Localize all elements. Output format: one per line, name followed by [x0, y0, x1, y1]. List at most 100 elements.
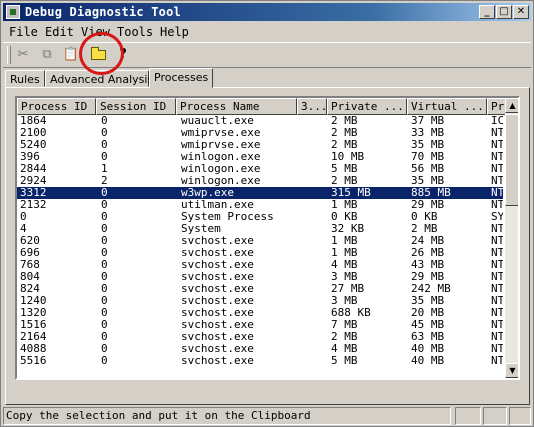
- table-row[interactable]: 2844 1 winlogon.exe 5 MB 56 MB NT: [17, 163, 503, 175]
- column-3[interactable]: 3...: [297, 98, 327, 115]
- table-cell: 0 KB: [331, 211, 358, 223]
- table-cell: NT: [491, 331, 503, 343]
- scroll-up-button[interactable]: ▲: [505, 98, 518, 113]
- table-cell: 56 MB: [411, 163, 445, 175]
- table-row[interactable]: 620 0 svchost.exe 1 MB 24 MB NT: [17, 235, 503, 247]
- table-cell: 0: [101, 355, 108, 367]
- table-cell: NT: [491, 235, 503, 247]
- column-process-id[interactable]: Process ID: [17, 98, 96, 115]
- column-session-id[interactable]: Session ID: [96, 98, 176, 115]
- table-cell: 2: [101, 175, 108, 187]
- column-private[interactable]: Private ...: [327, 98, 407, 115]
- table-cell: NT: [491, 187, 503, 199]
- table-cell: 20 MB: [411, 307, 445, 319]
- tab-processes[interactable]: Processes: [149, 68, 213, 88]
- table-row[interactable]: 1864 0 wuauclt.exe 2 MB 37 MB IC: [17, 115, 503, 127]
- table-cell: NT: [491, 259, 503, 271]
- table-cell: 7 MB: [331, 319, 358, 331]
- table-cell: 5 MB: [331, 163, 358, 175]
- minimize-button[interactable]: _: [479, 5, 495, 19]
- table-cell: 2844: [20, 163, 47, 175]
- table-row[interactable]: 804 0 svchost.exe 3 MB 29 MB NT: [17, 271, 503, 283]
- table-cell: 0: [101, 187, 108, 199]
- table-cell: 4 MB: [331, 259, 358, 271]
- table-row[interactable]: 696 0 svchost.exe 1 MB 26 MB NT: [17, 247, 503, 259]
- table-row[interactable]: 824 0 svchost.exe 27 MB 242 MB NT: [17, 283, 503, 295]
- table-row[interactable]: 2100 0 wmiprvse.exe 2 MB 33 MB NT: [17, 127, 503, 139]
- table-cell: NT: [491, 139, 503, 151]
- table-cell: 35 MB: [411, 175, 445, 187]
- table-cell: 2 MB: [331, 331, 358, 343]
- process-list[interactable]: Process ID Session ID Process Name 3... …: [15, 96, 520, 380]
- title-bar[interactable]: Debug Diagnostic Tool _ □ ✕: [3, 3, 531, 21]
- table-cell: 3 MB: [331, 295, 358, 307]
- table-cell: 1 MB: [331, 199, 358, 211]
- table-cell: svchost.exe: [181, 259, 254, 271]
- table-row[interactable]: 768 0 svchost.exe 4 MB 43 MB NT: [17, 259, 503, 271]
- menu-bar: File Edit View Tools Help: [3, 23, 531, 41]
- table-row[interactable]: 1240 0 svchost.exe 3 MB 35 MB NT: [17, 295, 503, 307]
- close-button[interactable]: ✕: [513, 5, 529, 19]
- table-row[interactable]: 2924 2 winlogon.exe 2 MB 35 MB NT: [17, 175, 503, 187]
- scroll-thumb[interactable]: [505, 114, 518, 206]
- table-cell: 0: [101, 211, 108, 223]
- table-cell: 0 KB: [411, 211, 438, 223]
- table-row[interactable]: 0 0 System Process 0 KB 0 KB SY: [17, 211, 503, 223]
- table-cell: 35 MB: [411, 139, 445, 151]
- column-pr[interactable]: Pr: [487, 98, 507, 115]
- table-cell: 0: [101, 199, 108, 211]
- copy-icon[interactable]: ⧉: [37, 46, 57, 64]
- table-row[interactable]: 1516 0 svchost.exe 7 MB 45 MB NT: [17, 319, 503, 331]
- table-cell: NT: [491, 271, 503, 283]
- table-cell: svchost.exe: [181, 235, 254, 247]
- table-row[interactable]: 4 0 System 32 KB 2 MB NT: [17, 223, 503, 235]
- table-cell: svchost.exe: [181, 343, 254, 355]
- menu-file[interactable]: File: [9, 25, 38, 39]
- table-row-selected[interactable]: 3312 0 w3wp.exe 315 MB 885 MB NT: [17, 187, 503, 199]
- table-cell: NT: [491, 247, 503, 259]
- cut-icon[interactable]: ✂: [13, 46, 33, 64]
- menu-tools[interactable]: Tools: [117, 25, 153, 39]
- table-cell: NT: [491, 163, 503, 175]
- table-cell: 0: [101, 283, 108, 295]
- table-row[interactable]: 1320 0 svchost.exe 688 KB 20 MB NT: [17, 307, 503, 319]
- menu-edit[interactable]: Edit: [45, 25, 74, 39]
- table-cell: 0: [101, 151, 108, 163]
- table-cell: NT: [491, 199, 503, 211]
- table-row[interactable]: 2164 0 svchost.exe 2 MB 63 MB NT: [17, 331, 503, 343]
- table-cell: wuauclt.exe: [181, 115, 254, 127]
- table-cell: 3312: [20, 187, 47, 199]
- vertical-scrollbar[interactable]: ▲ ▼: [505, 98, 518, 378]
- table-cell: 4088: [20, 343, 47, 355]
- table-cell: 0: [101, 235, 108, 247]
- table-cell: svchost.exe: [181, 283, 254, 295]
- table-cell: 0: [20, 211, 27, 223]
- table-cell: 1516: [20, 319, 47, 331]
- maximize-button[interactable]: □: [496, 5, 512, 19]
- table-row[interactable]: 5240 0 wmiprvse.exe 2 MB 35 MB NT: [17, 139, 503, 151]
- table-cell: winlogon.exe: [181, 151, 261, 163]
- table-row[interactable]: 396 0 winlogon.exe 10 MB 70 MB NT: [17, 151, 503, 163]
- column-process-name[interactable]: Process Name: [176, 98, 297, 115]
- status-bar: Copy the selection and put it on the Cli…: [3, 407, 531, 426]
- table-cell: utilman.exe: [181, 199, 254, 211]
- table-cell: 5516: [20, 355, 47, 367]
- table-cell: 29 MB: [411, 271, 445, 283]
- table-cell: 2 MB: [331, 175, 358, 187]
- table-cell: NT: [491, 295, 503, 307]
- tab-rules[interactable]: Rules: [5, 70, 45, 87]
- table-cell: NT: [491, 355, 503, 367]
- table-cell: SY: [491, 211, 503, 223]
- table-cell: System Process: [181, 211, 274, 223]
- scroll-down-button[interactable]: ▼: [505, 363, 518, 378]
- table-row[interactable]: 4088 0 svchost.exe 4 MB 40 MB NT: [17, 343, 503, 355]
- table-cell: 315 MB: [331, 187, 371, 199]
- table-cell: 696: [20, 247, 40, 259]
- column-virtual[interactable]: Virtual ...: [407, 98, 487, 115]
- table-row[interactable]: 5516 0 svchost.exe 5 MB 40 MB NT: [17, 355, 503, 367]
- table-cell: 2100: [20, 127, 47, 139]
- table-row[interactable]: 2132 0 utilman.exe 1 MB 29 MB NT: [17, 199, 503, 211]
- table-cell: 1240: [20, 295, 47, 307]
- menu-help[interactable]: Help: [160, 25, 189, 39]
- table-cell: svchost.exe: [181, 355, 254, 367]
